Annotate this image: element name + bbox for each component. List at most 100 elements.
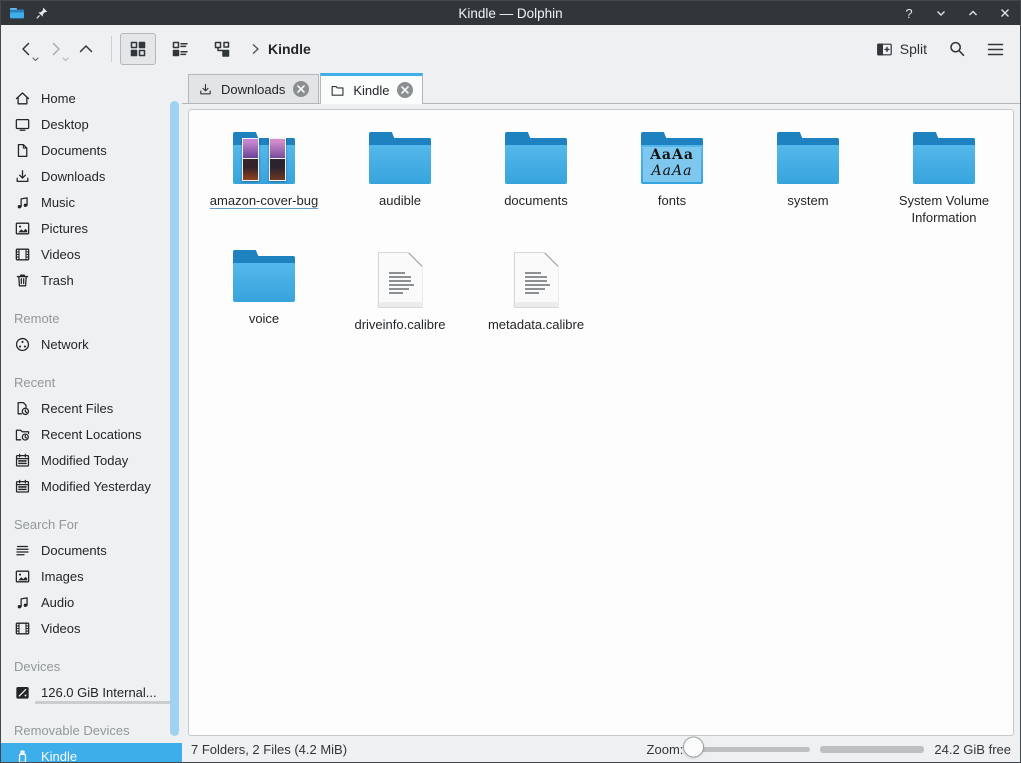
tab-downloads[interactable]: Downloads	[188, 74, 320, 103]
main-toolbar: Kindle Split	[1, 25, 1020, 73]
search-button[interactable]	[942, 33, 972, 65]
tab-close-button[interactable]	[293, 81, 310, 97]
sidebar-item-search-audio[interactable]: Audio	[1, 589, 182, 615]
folder-icon	[369, 132, 431, 184]
file-item-fonts[interactable]: AaAa AaAa fonts	[604, 122, 740, 240]
book-cover-thumbnail	[269, 158, 286, 181]
section-header-devices: Devices	[14, 659, 61, 674]
file-name: system	[787, 193, 829, 208]
file-item-documents[interactable]: documents	[468, 122, 604, 240]
sidebar-item-music[interactable]: Music	[1, 189, 182, 215]
toolbar-separator	[111, 36, 112, 62]
section-header-recent: Recent	[14, 375, 56, 390]
split-button[interactable]: Split	[869, 33, 934, 65]
video-icon	[14, 620, 31, 637]
sidebar-item-modified-today[interactable]: Modified Today	[1, 447, 182, 473]
folder-view[interactable]: amazon-cover-bug audible documents AaAa A…	[188, 109, 1014, 736]
places-panel: Home Desktop Documents Downloads Music P…	[1, 73, 182, 762]
sidebar-item-recent-locations[interactable]: Recent Locations	[1, 421, 182, 447]
dolphin-app-icon	[9, 5, 25, 21]
sidebar-item-documents[interactable]: Documents	[1, 137, 182, 163]
sidebar-item-modified-yesterday[interactable]: Modified Yesterday	[1, 473, 182, 499]
download-icon	[198, 82, 213, 97]
menu-button[interactable]	[980, 33, 1010, 65]
split-button-label: Split	[899, 41, 927, 57]
file-name: System Volume Information	[898, 193, 990, 225]
breadcrumb-location[interactable]: Kindle	[268, 41, 311, 57]
split-view-icon	[876, 43, 892, 55]
sidebar-item-internal-drive[interactable]: 126.0 GiB Internal...	[1, 679, 182, 705]
file-item-amazon-cover-bug[interactable]: amazon-cover-bug	[196, 122, 332, 240]
file-name: documents	[504, 193, 568, 208]
folder-icon	[505, 132, 567, 184]
trash-icon	[14, 272, 31, 289]
zoom-label: Zoom:	[646, 741, 684, 757]
tree-view-button[interactable]	[204, 33, 240, 65]
sidebar-item-trash[interactable]: Trash	[1, 267, 182, 293]
sidebar-item-home[interactable]: Home	[1, 85, 182, 111]
sidebar-item-network[interactable]: Network	[1, 331, 182, 357]
capacity-bar	[35, 701, 174, 704]
disk-usage-bar	[820, 745, 925, 753]
pin-icon[interactable]	[35, 6, 49, 20]
free-space-label: 24.2 GiB free	[934, 741, 1011, 757]
text-file-icon	[378, 252, 423, 308]
tab-label: Kindle	[353, 82, 390, 98]
zoom-slider-handle[interactable]	[683, 736, 705, 757]
file-name: audible	[379, 193, 421, 208]
file-name: fonts	[657, 193, 687, 208]
back-history-caret-icon	[32, 57, 39, 62]
sidebar-item-downloads[interactable]: Downloads	[1, 163, 182, 189]
section-header-search-for: Search For	[14, 517, 79, 532]
file-name: amazon-cover-bug	[209, 193, 319, 208]
sidebar-item-search-documents[interactable]: Documents	[1, 537, 182, 563]
sidebar-item-pictures[interactable]: Pictures	[1, 215, 182, 241]
zoom-slider[interactable]	[683, 736, 811, 757]
sidebar-item-videos[interactable]: Videos	[1, 241, 182, 267]
folder-icon	[777, 132, 839, 184]
icons-view-button[interactable]	[120, 33, 156, 65]
window-title: Kindle — Dolphin	[458, 5, 563, 21]
file-item-metadata-calibre[interactable]: metadata.calibre	[468, 240, 604, 358]
harddrive-icon	[14, 684, 31, 701]
file-item-audible[interactable]: audible	[332, 122, 468, 240]
sidebar-scrollbar[interactable]	[170, 101, 179, 736]
folder-icon-with-cover-previews	[233, 132, 295, 184]
file-item-voice[interactable]: voice	[196, 240, 332, 358]
file-name: voice	[248, 311, 280, 326]
sidebar-item-search-images[interactable]: Images	[1, 563, 182, 589]
breadcrumb-chevron-icon	[252, 44, 259, 54]
sidebar-item-desktop[interactable]: Desktop	[1, 111, 182, 137]
folder-icon	[330, 83, 345, 98]
details-view-button[interactable]	[162, 33, 198, 65]
file-item-system[interactable]: system	[740, 122, 876, 240]
image-icon	[14, 568, 31, 585]
breadcrumb[interactable]: Kindle	[250, 41, 311, 57]
status-bar: 7 Folders, 2 Files (4.2 MiB) Zoom: 24.2 …	[182, 736, 1020, 762]
usb-drive-icon	[14, 748, 31, 762]
folder-icon	[913, 132, 975, 184]
tab-close-button[interactable]	[397, 82, 414, 98]
minimize-button[interactable]	[934, 6, 948, 20]
maximize-button[interactable]	[966, 6, 980, 20]
sidebar-item-search-videos[interactable]: Videos	[1, 615, 182, 641]
up-button[interactable]	[71, 33, 101, 65]
calendar-icon	[14, 478, 31, 495]
video-icon	[14, 246, 31, 263]
forward-button[interactable]	[41, 33, 71, 65]
file-clock-icon	[14, 400, 31, 417]
back-button[interactable]	[11, 33, 41, 65]
file-item-driveinfo-calibre[interactable]: driveinfo.calibre	[332, 240, 468, 358]
file-item-system-volume-information[interactable]: System Volume Information	[876, 122, 1012, 240]
help-button[interactable]: ?	[902, 6, 916, 21]
sidebar-item-kindle[interactable]: Kindle	[1, 743, 182, 762]
dolphin-window: Kindle — Dolphin ? Kindle Split Home Des…	[0, 0, 1021, 763]
sidebar-item-recent-files[interactable]: Recent Files	[1, 395, 182, 421]
titlebar[interactable]: Kindle — Dolphin ?	[1, 1, 1020, 25]
document-icon	[14, 142, 31, 159]
forward-history-caret-icon	[62, 57, 69, 62]
close-button[interactable]	[998, 6, 1012, 20]
music-icon	[14, 594, 31, 611]
calendar-icon	[14, 452, 31, 469]
tab-kindle[interactable]: Kindle	[320, 73, 424, 104]
